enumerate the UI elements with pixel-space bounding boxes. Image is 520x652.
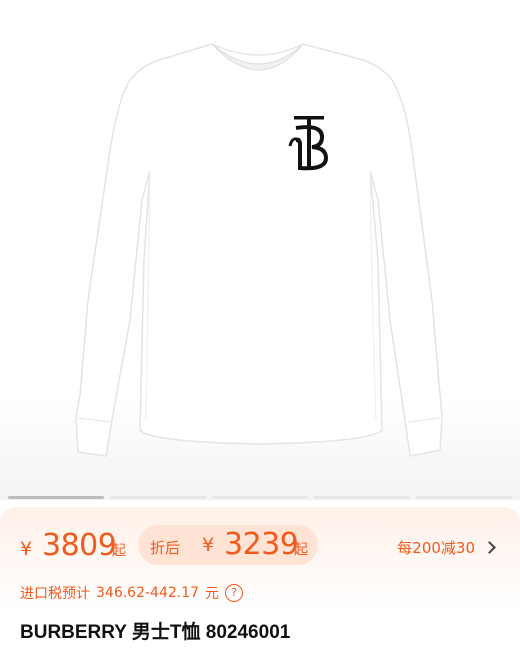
- chevron-right-icon: [483, 541, 496, 554]
- discount-price-badge: 折后 ¥ 3239 起: [138, 525, 318, 565]
- promo-text: 每200减30: [397, 539, 475, 557]
- currency-symbol: ¥: [20, 538, 33, 560]
- tax-label: 进口税预计: [20, 586, 90, 602]
- price-unit: 起: [112, 543, 126, 559]
- pager-segment: [416, 496, 512, 499]
- discount-unit: 起: [294, 542, 308, 558]
- price-row: ¥ 3809 起 折后 ¥ 3239 起 每200减30: [20, 525, 500, 567]
- product-image[interactable]: [0, 0, 520, 500]
- original-price: 3809: [42, 528, 117, 563]
- pager-segment: [110, 496, 206, 499]
- tshirt-illustration: [75, 43, 443, 457]
- pager-segment: [8, 496, 104, 499]
- product-info-panel: ¥ 3809 起 折后 ¥ 3239 起 每200减30 进口税预计 346.6…: [0, 507, 520, 652]
- product-title: BURBERRY 男士T恤 80246001: [20, 622, 291, 643]
- tax-range: 346.62-442.17: [96, 585, 200, 601]
- discount-currency-symbol: ¥: [202, 534, 215, 556]
- import-tax-estimate: 进口税预计 346.62-442.17 元 ?: [20, 583, 244, 603]
- tax-unit: 元: [205, 586, 220, 602]
- pager-segment: [314, 496, 410, 499]
- discount-price: 3239: [224, 527, 299, 562]
- gallery-pager: [0, 496, 520, 500]
- pager-segment: [212, 496, 308, 499]
- promo-link[interactable]: 每200减30: [397, 537, 496, 558]
- question-icon[interactable]: ?: [225, 584, 244, 602]
- discount-label: 折后: [150, 539, 181, 557]
